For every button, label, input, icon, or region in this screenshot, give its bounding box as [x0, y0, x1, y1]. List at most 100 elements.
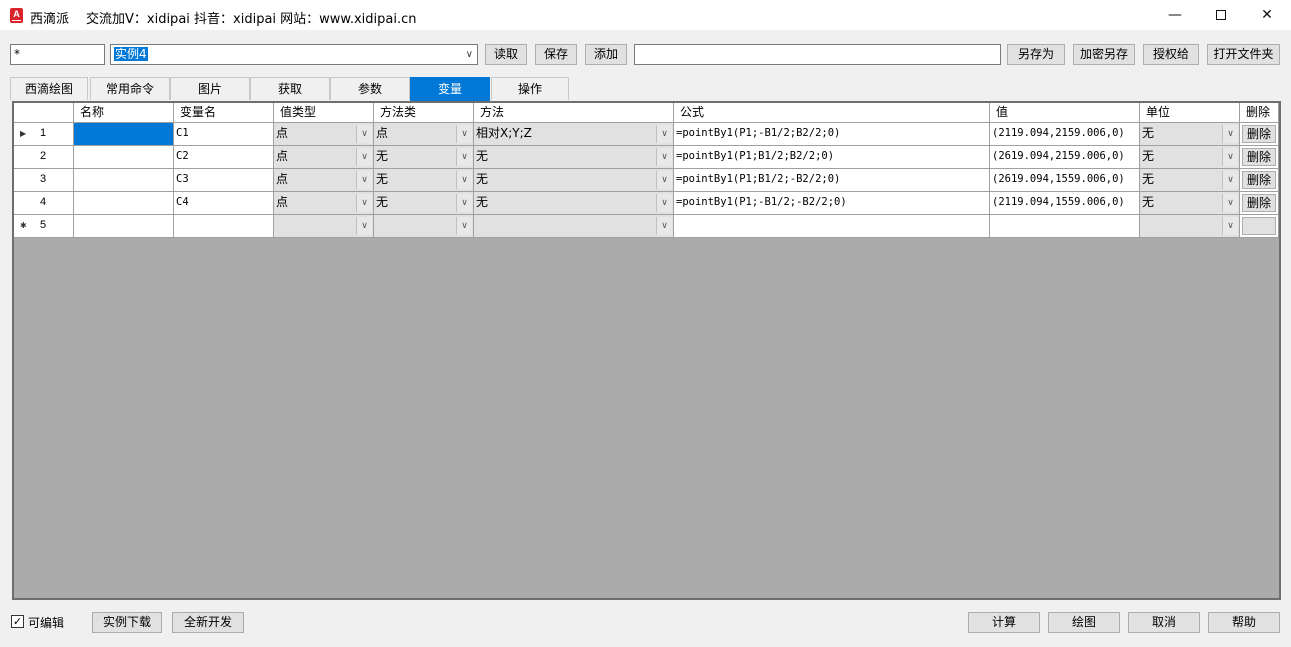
method-class-select[interactable]: ∨: [374, 215, 474, 238]
delete-cell[interactable]: [1240, 215, 1279, 238]
var-name-cell[interactable]: C2: [174, 146, 274, 169]
row-header[interactable]: 4: [14, 192, 74, 215]
method-class-select[interactable]: 点 ∨: [374, 123, 474, 146]
unit-select[interactable]: ∨: [1140, 215, 1240, 238]
draw-button[interactable]: 绘图: [1048, 612, 1120, 633]
chevron-down-icon[interactable]: ∨: [356, 217, 372, 235]
chevron-down-icon[interactable]: ∨: [656, 148, 672, 166]
value-cell[interactable]: (2619.094,1559.006,0): [990, 169, 1140, 192]
filter-input[interactable]: *: [10, 44, 105, 65]
chevron-down-icon[interactable]: ∨: [1222, 125, 1238, 143]
column-header-7[interactable]: 值: [990, 103, 1140, 123]
formula-cell[interactable]: =pointBy1(P1;B1/2;B2/2;0): [674, 146, 990, 169]
method-class-select[interactable]: 无 ∨: [374, 192, 474, 215]
minimize-button[interactable]: —: [1152, 0, 1198, 31]
tab-5[interactable]: 参数: [330, 77, 410, 100]
tab-6[interactable]: 变量: [410, 77, 490, 101]
chevron-down-icon[interactable]: ∨: [656, 217, 672, 235]
value-cell[interactable]: (2119.094,1559.006,0): [990, 192, 1140, 215]
tab-7[interactable]: 操作: [491, 77, 569, 100]
var-name-cell[interactable]: [174, 215, 274, 238]
unit-select[interactable]: 无 ∨: [1140, 192, 1240, 215]
method-select[interactable]: 无 ∨: [474, 146, 674, 169]
chevron-down-icon[interactable]: ∨: [356, 125, 372, 143]
name-input[interactable]: [634, 44, 1001, 65]
value-cell[interactable]: (2119.094,2159.006,0): [990, 123, 1140, 146]
chevron-down-icon[interactable]: ∨: [1222, 148, 1238, 166]
chevron-down-icon[interactable]: ∨: [456, 171, 472, 189]
var-name-cell[interactable]: C3: [174, 169, 274, 192]
delete-row-button[interactable]: 删除: [1242, 194, 1276, 212]
chevron-down-icon[interactable]: ∨: [456, 217, 472, 235]
chevron-down-icon[interactable]: ∨: [656, 171, 672, 189]
chevron-down-icon[interactable]: ∨: [356, 171, 372, 189]
row-header[interactable]: ✱ 5: [14, 215, 74, 238]
new-development-button[interactable]: 全新开发: [172, 612, 244, 633]
delete-cell[interactable]: 删除: [1240, 146, 1279, 169]
tab-2[interactable]: 常用命令: [90, 77, 170, 100]
column-header-8[interactable]: 单位: [1140, 103, 1240, 123]
var-name-cell[interactable]: C1: [174, 123, 274, 146]
chevron-down-icon[interactable]: ∨: [1222, 217, 1238, 235]
column-header-2[interactable]: 变量名: [174, 103, 274, 123]
column-header-4[interactable]: 方法类: [374, 103, 474, 123]
maximize-button[interactable]: [1198, 0, 1244, 31]
chevron-down-icon[interactable]: ∨: [1222, 194, 1238, 212]
value-type-select[interactable]: 点 ∨: [274, 169, 374, 192]
delete-row-button[interactable]: [1242, 217, 1276, 235]
chevron-down-icon[interactable]: ∨: [656, 125, 672, 143]
column-header-1[interactable]: 名称: [74, 103, 174, 123]
value-type-select[interactable]: ∨: [274, 215, 374, 238]
cancel-button[interactable]: 取消: [1128, 612, 1200, 633]
value-type-select[interactable]: 点 ∨: [274, 123, 374, 146]
read-button[interactable]: 读取: [485, 44, 527, 65]
add-button[interactable]: 添加: [585, 44, 627, 65]
delete-cell[interactable]: 删除: [1240, 169, 1279, 192]
row-header[interactable]: ▶ 1: [14, 123, 74, 146]
value-type-select[interactable]: 点 ∨: [274, 146, 374, 169]
delete-cell[interactable]: 删除: [1240, 123, 1279, 146]
formula-cell[interactable]: =pointBy1(P1;-B1/2;-B2/2;0): [674, 192, 990, 215]
help-button[interactable]: 帮助: [1208, 612, 1280, 633]
chevron-down-icon[interactable]: ∨: [356, 194, 372, 212]
editable-checkbox[interactable]: ✓: [11, 615, 24, 628]
close-button[interactable]: ✕: [1244, 0, 1290, 31]
delete-row-button[interactable]: 删除: [1242, 125, 1276, 143]
column-header-6[interactable]: 公式: [674, 103, 990, 123]
authorize-button[interactable]: 授权给: [1143, 44, 1199, 65]
encrypt-save-as-button[interactable]: 加密另存: [1073, 44, 1135, 65]
tab-4[interactable]: 获取: [250, 77, 330, 100]
name-cell[interactable]: [74, 215, 174, 238]
method-select[interactable]: 无 ∨: [474, 192, 674, 215]
row-header[interactable]: 3: [14, 169, 74, 192]
calculate-button[interactable]: 计算: [968, 612, 1040, 633]
chevron-down-icon[interactable]: ∨: [456, 194, 472, 212]
chevron-down-icon[interactable]: ∨: [1222, 171, 1238, 189]
column-header-5[interactable]: 方法: [474, 103, 674, 123]
unit-select[interactable]: 无 ∨: [1140, 169, 1240, 192]
var-name-cell[interactable]: C4: [174, 192, 274, 215]
method-select[interactable]: 相对X;Y;Z ∨: [474, 123, 674, 146]
value-cell[interactable]: (2619.094,2159.006,0): [990, 146, 1140, 169]
open-folder-button[interactable]: 打开文件夹: [1207, 44, 1280, 65]
save-as-button[interactable]: 另存为: [1007, 44, 1065, 65]
name-cell[interactable]: [74, 169, 174, 192]
save-button[interactable]: 保存: [535, 44, 577, 65]
name-cell[interactable]: [74, 146, 174, 169]
delete-cell[interactable]: 删除: [1240, 192, 1279, 215]
delete-row-button[interactable]: 删除: [1242, 171, 1276, 189]
row-header[interactable]: 2: [14, 146, 74, 169]
instance-select[interactable]: 实例4 ∨: [110, 44, 478, 65]
value-type-select[interactable]: 点 ∨: [274, 192, 374, 215]
value-cell[interactable]: [990, 215, 1140, 238]
method-select[interactable]: 无 ∨: [474, 169, 674, 192]
name-cell[interactable]: [74, 123, 174, 146]
unit-select[interactable]: 无 ∨: [1140, 123, 1240, 146]
tab-3[interactable]: 图片: [170, 77, 250, 100]
delete-row-button[interactable]: 删除: [1242, 148, 1276, 166]
formula-cell[interactable]: [674, 215, 990, 238]
chevron-down-icon[interactable]: ∨: [656, 194, 672, 212]
chevron-down-icon[interactable]: ∨: [356, 148, 372, 166]
column-header-9[interactable]: 删除: [1240, 103, 1279, 123]
unit-select[interactable]: 无 ∨: [1140, 146, 1240, 169]
